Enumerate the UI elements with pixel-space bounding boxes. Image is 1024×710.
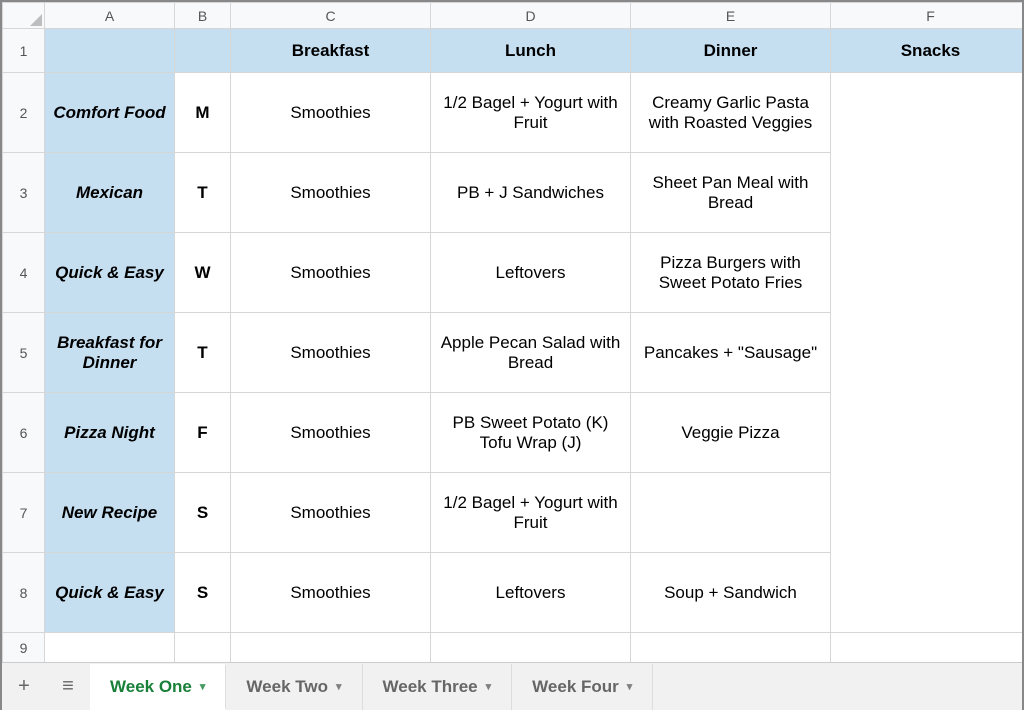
cell-A8-theme[interactable]: Quick & Easy: [45, 553, 175, 633]
chevron-down-icon: ▾: [200, 680, 206, 693]
spreadsheet-grid[interactable]: A B C D E F 1 Breakfast Lunch Dinner Sna…: [2, 2, 1022, 662]
cell-C1-breakfast[interactable]: Breakfast: [231, 29, 431, 73]
cell-B3-day[interactable]: T: [175, 153, 231, 233]
cell-D5[interactable]: Apple Pecan Salad with Bread: [431, 313, 631, 393]
cell-A1[interactable]: [45, 29, 175, 73]
row-header-1[interactable]: 1: [3, 29, 45, 73]
cell-E1-dinner[interactable]: Dinner: [631, 29, 831, 73]
row-header-2[interactable]: 2: [3, 73, 45, 153]
all-sheets-button[interactable]: ≡: [46, 664, 90, 710]
cell-E5[interactable]: Pancakes + "Sausage": [631, 313, 831, 393]
cell-A4-theme[interactable]: Quick & Easy: [45, 233, 175, 313]
cell-D7[interactable]: 1/2 Bagel + Yogurt with Fruit: [431, 473, 631, 553]
chevron-down-icon: ▾: [627, 680, 633, 693]
col-header-A[interactable]: A: [45, 3, 175, 29]
cell-D9[interactable]: [431, 633, 631, 663]
col-header-F[interactable]: F: [831, 3, 1023, 29]
cell-F2-snacks-merged[interactable]: [831, 73, 1023, 633]
col-header-B[interactable]: B: [175, 3, 231, 29]
chevron-down-icon: ▾: [486, 680, 492, 693]
row-9: 9: [3, 633, 1023, 663]
cell-D1-lunch[interactable]: Lunch: [431, 29, 631, 73]
cell-D3[interactable]: PB + J Sandwiches: [431, 153, 631, 233]
row-header-5[interactable]: 5: [3, 313, 45, 393]
cell-C9[interactable]: [231, 633, 431, 663]
tab-label: Week Three: [383, 677, 478, 697]
col-header-D[interactable]: D: [431, 3, 631, 29]
cell-D4[interactable]: Leftovers: [431, 233, 631, 313]
cell-B5-day[interactable]: T: [175, 313, 231, 393]
row-header-3[interactable]: 3: [3, 153, 45, 233]
cell-E9[interactable]: [631, 633, 831, 663]
row-header-8[interactable]: 8: [3, 553, 45, 633]
sheet-tab-bar: + ≡ Week One ▾ Week Two ▾ Week Three ▾ W…: [2, 662, 1022, 710]
cell-E2[interactable]: Creamy Garlic Pasta with Roasted Veggies: [631, 73, 831, 153]
cell-B8-day[interactable]: S: [175, 553, 231, 633]
row-header-7[interactable]: 7: [3, 473, 45, 553]
tab-label: Week One: [110, 677, 192, 697]
tab-label: Week Four: [532, 677, 619, 697]
cell-C2[interactable]: Smoothies: [231, 73, 431, 153]
cell-C6[interactable]: Smoothies: [231, 393, 431, 473]
cell-C3[interactable]: Smoothies: [231, 153, 431, 233]
cell-B7-day[interactable]: S: [175, 473, 231, 553]
cell-E7[interactable]: [631, 473, 831, 553]
cell-F9[interactable]: [831, 633, 1023, 663]
cell-E4[interactable]: Pizza Burgers with Sweet Potato Fries: [631, 233, 831, 313]
row-header-4[interactable]: 4: [3, 233, 45, 313]
cell-A7-theme[interactable]: New Recipe: [45, 473, 175, 553]
cell-C8[interactable]: Smoothies: [231, 553, 431, 633]
cell-A6-theme[interactable]: Pizza Night: [45, 393, 175, 473]
tab-week-two[interactable]: Week Two ▾: [226, 664, 362, 710]
tab-week-four[interactable]: Week Four ▾: [512, 664, 653, 710]
cell-B9[interactable]: [175, 633, 231, 663]
cell-B4-day[interactable]: W: [175, 233, 231, 313]
cell-A2-theme[interactable]: Comfort Food: [45, 73, 175, 153]
cell-C5[interactable]: Smoothies: [231, 313, 431, 393]
row-2: 2 Comfort Food M Smoothies 1/2 Bagel + Y…: [3, 73, 1023, 153]
add-sheet-button[interactable]: +: [2, 664, 46, 710]
tab-week-one[interactable]: Week One ▾: [90, 664, 226, 710]
cell-C4[interactable]: Smoothies: [231, 233, 431, 313]
chevron-down-icon: ▾: [336, 680, 342, 693]
cell-E6[interactable]: Veggie Pizza: [631, 393, 831, 473]
cell-D8[interactable]: Leftovers: [431, 553, 631, 633]
tab-label: Week Two: [246, 677, 328, 697]
cell-B6-day[interactable]: F: [175, 393, 231, 473]
col-header-E[interactable]: E: [631, 3, 831, 29]
cell-F1-snacks[interactable]: Snacks: [831, 29, 1023, 73]
cell-E8[interactable]: Soup + Sandwich: [631, 553, 831, 633]
cell-A5-theme[interactable]: Breakfast for Dinner: [45, 313, 175, 393]
menu-icon: ≡: [62, 675, 74, 698]
row-header-6[interactable]: 6: [3, 393, 45, 473]
row-header-9[interactable]: 9: [3, 633, 45, 663]
row-1: 1 Breakfast Lunch Dinner Snacks: [3, 29, 1023, 73]
cell-D2[interactable]: 1/2 Bagel + Yogurt with Fruit: [431, 73, 631, 153]
cell-B1[interactable]: [175, 29, 231, 73]
cell-D6[interactable]: PB Sweet Potato (K) Tofu Wrap (J): [431, 393, 631, 473]
select-all-corner[interactable]: [3, 3, 45, 29]
cell-C7[interactable]: Smoothies: [231, 473, 431, 553]
column-header-row: A B C D E F: [3, 3, 1023, 29]
cell-E3[interactable]: Sheet Pan Meal with Bread: [631, 153, 831, 233]
tab-week-three[interactable]: Week Three ▾: [363, 664, 513, 710]
cell-B2-day[interactable]: M: [175, 73, 231, 153]
cell-A9[interactable]: [45, 633, 175, 663]
col-header-C[interactable]: C: [231, 3, 431, 29]
cell-A3-theme[interactable]: Mexican: [45, 153, 175, 233]
plus-icon: +: [18, 675, 30, 698]
